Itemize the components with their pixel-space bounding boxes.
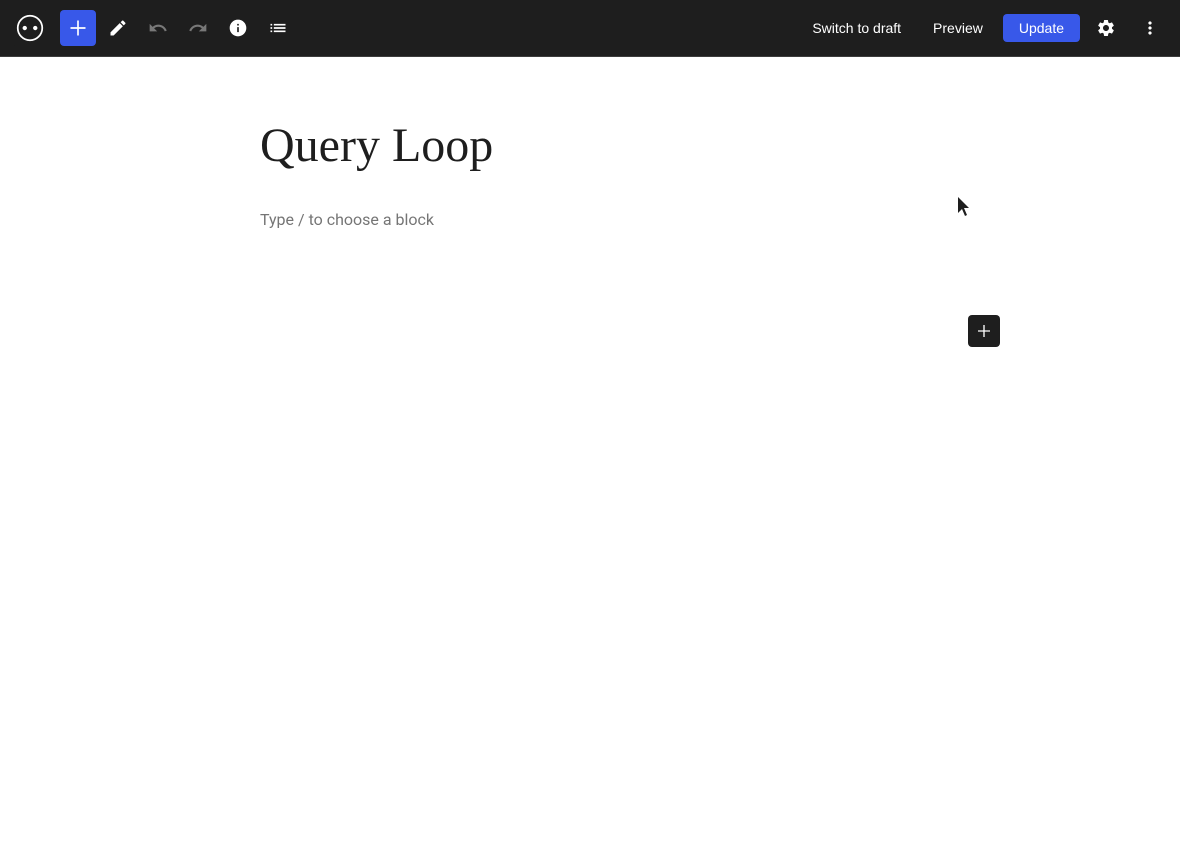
wp-logo [12,10,48,46]
preview-button[interactable]: Preview [921,14,995,42]
add-block-float-button[interactable] [968,315,1000,347]
undo-button[interactable] [140,10,176,46]
toolbar-right: Switch to draft Preview Update [800,10,1168,46]
block-placeholder[interactable]: Type / to choose a block [260,207,920,233]
info-button[interactable] [220,10,256,46]
list-view-button[interactable] [260,10,296,46]
more-options-button[interactable] [1132,10,1168,46]
update-button[interactable]: Update [1003,14,1080,42]
edit-mode-button[interactable] [100,10,136,46]
editor-area: Query Loop Type / to choose a block [0,57,1180,841]
toolbar: Switch to draft Preview Update [0,0,1180,56]
editor-content: Query Loop Type / to choose a block [240,57,940,292]
post-title[interactable]: Query Loop [260,117,920,175]
settings-button[interactable] [1088,10,1124,46]
toolbar-left [12,10,296,46]
switch-to-draft-button[interactable]: Switch to draft [800,14,913,42]
cursor-indicator [958,197,972,217]
redo-button[interactable] [180,10,216,46]
add-block-button[interactable] [60,10,96,46]
